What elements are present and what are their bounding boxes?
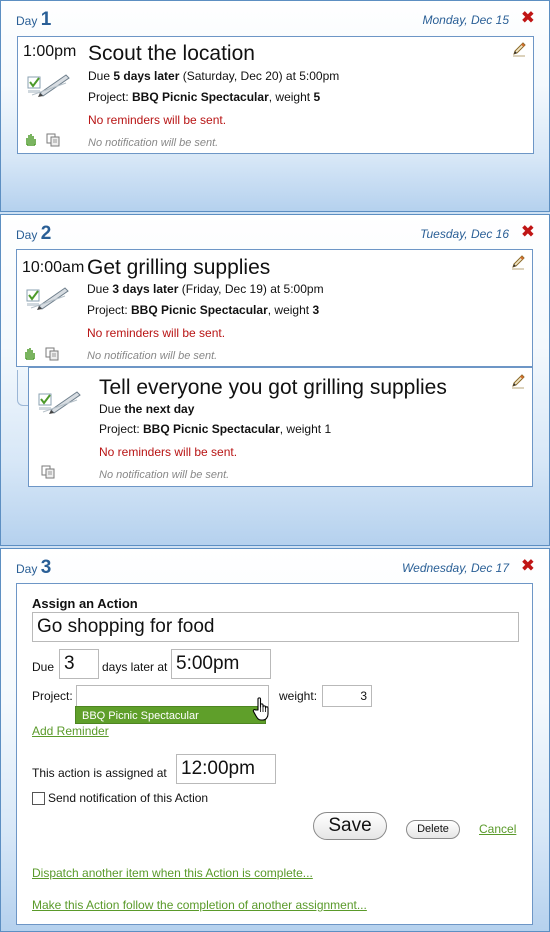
day-number: 2 [40, 223, 52, 244]
action-card: 1:00pm Scout the location Due 5 days lat… [17, 36, 534, 154]
action-card: 10:00am Get grilling supplies Due 3 days… [16, 249, 533, 367]
due-time-input[interactable] [171, 649, 271, 679]
cancel-link[interactable]: Cancel [479, 822, 516, 836]
action-due: Due the next day [99, 402, 194, 416]
form-heading: Assign an Action [32, 596, 138, 611]
day-label-text: Day [16, 14, 38, 28]
hand-icon[interactable] [23, 347, 37, 361]
due-days-input[interactable] [59, 649, 99, 679]
day-label: Day 3 [16, 557, 51, 579]
project-name: BBQ Picnic Spectacular [132, 90, 269, 104]
due-prefix: Due [87, 282, 113, 296]
assign-action-form: Assign an Action Due days later at Proje… [16, 583, 533, 925]
assigned-label: This action is assigned at [32, 766, 167, 780]
action-project: Project: BBQ Picnic Spectacular, weight … [88, 90, 320, 104]
project-prefix: Project: [99, 422, 144, 436]
follow-connector [17, 370, 28, 406]
hand-icon[interactable] [24, 133, 38, 147]
notify-checkbox[interactable] [32, 792, 45, 805]
reminders-status: No reminders will be sent. [88, 113, 227, 127]
project-prefix: Project: [87, 303, 132, 317]
weight-value: 3 [312, 303, 320, 317]
action-title[interactable]: Scout the location [88, 42, 255, 66]
action-due: Due 3 days later (Friday, Dec 19) at 5:0… [87, 282, 324, 296]
action-project: Project: BBQ Picnic Spectacular, weight … [87, 303, 319, 317]
due-relative: the next day [124, 402, 195, 416]
weight-label: weight: [279, 689, 318, 703]
day-label-text: Day [16, 562, 38, 576]
close-icon[interactable]: ✖ [521, 557, 535, 574]
action-name-input[interactable] [32, 612, 519, 642]
reminders-status: No reminders will be sent. [99, 445, 238, 459]
action-title[interactable]: Tell everyone you got grilling supplies [99, 376, 447, 400]
pencil-icon[interactable] [511, 41, 527, 57]
weight-prefix: , weight [268, 90, 314, 104]
due-detail: (Saturday, Dec 20) at 5:00pm [179, 69, 340, 83]
project-name: BBQ Picnic Spectacular [131, 303, 268, 317]
day-label: Day 1 [16, 9, 51, 31]
assigned-time-input[interactable] [176, 754, 276, 784]
weight-prefix: , weight [267, 303, 313, 317]
action-time: 1:00pm [23, 43, 77, 60]
copy-icon[interactable] [46, 133, 60, 147]
due-detail: (Friday, Dec 19) at 5:00pm [178, 282, 324, 296]
day-date: Monday, Dec 15 [422, 13, 510, 27]
project-name: BBQ Picnic Spectacular [143, 422, 280, 436]
pencil-icon[interactable] [510, 254, 526, 270]
weight-value: 5 [313, 90, 321, 104]
due-prefix: Due [99, 402, 125, 416]
pencil-icon[interactable] [510, 373, 526, 389]
action-card: Tell everyone you got grilling supplies … [28, 367, 533, 487]
dispatch-link[interactable]: Dispatch another item when this Action i… [32, 866, 313, 880]
due-relative: 3 days later [112, 282, 179, 296]
notification-status: No notification will be sent. [88, 137, 219, 149]
hand-cursor-icon [252, 697, 269, 721]
checked-action-icon [26, 69, 70, 99]
project-label: Project: [32, 689, 73, 703]
notification-status: No notification will be sent. [99, 469, 230, 481]
notify-label: Send notification of this Action [48, 791, 209, 805]
day-number: 3 [40, 557, 52, 578]
due-label: Due [32, 660, 55, 674]
day-label-text: Day [16, 228, 38, 242]
action-title[interactable]: Get grilling supplies [87, 256, 270, 280]
close-icon[interactable]: ✖ [521, 223, 535, 240]
copy-icon[interactable] [45, 347, 59, 361]
day-label: Day 2 [16, 223, 51, 245]
checked-action-icon [37, 386, 81, 416]
action-time: 10:00am [22, 259, 85, 276]
weight-value: 1 [324, 422, 332, 436]
checked-action-icon [25, 282, 69, 312]
notification-status: No notification will be sent. [87, 350, 218, 362]
weight-input[interactable] [322, 685, 372, 707]
day-panel-1: Day 1 Monday, Dec 15 ✖ 1:00pm Scout the … [0, 0, 550, 212]
day-number: 1 [40, 9, 52, 30]
add-reminder-link[interactable]: Add Reminder [32, 724, 109, 738]
due-relative: 5 days later [113, 69, 180, 83]
copy-icon[interactable] [41, 465, 55, 479]
day-date: Wednesday, Dec 17 [402, 561, 509, 575]
delete-button[interactable]: Delete [406, 820, 460, 839]
reminders-status: No reminders will be sent. [87, 326, 226, 340]
project-dropdown-option[interactable]: BBQ Picnic Spectacular [75, 706, 266, 724]
action-project: Project: BBQ Picnic Spectacular, weight … [99, 422, 331, 436]
follow-link[interactable]: Make this Action follow the completion o… [32, 898, 367, 912]
save-button[interactable]: Save [313, 812, 387, 840]
day-date: Tuesday, Dec 16 [420, 227, 509, 241]
close-icon[interactable]: ✖ [521, 9, 535, 26]
due-prefix: Due [88, 69, 114, 83]
action-due: Due 5 days later (Saturday, Dec 20) at 5… [88, 69, 339, 83]
days-later-label: days later at [102, 660, 168, 674]
project-prefix: Project: [88, 90, 133, 104]
project-input[interactable] [76, 685, 269, 707]
weight-prefix: , weight [279, 422, 325, 436]
